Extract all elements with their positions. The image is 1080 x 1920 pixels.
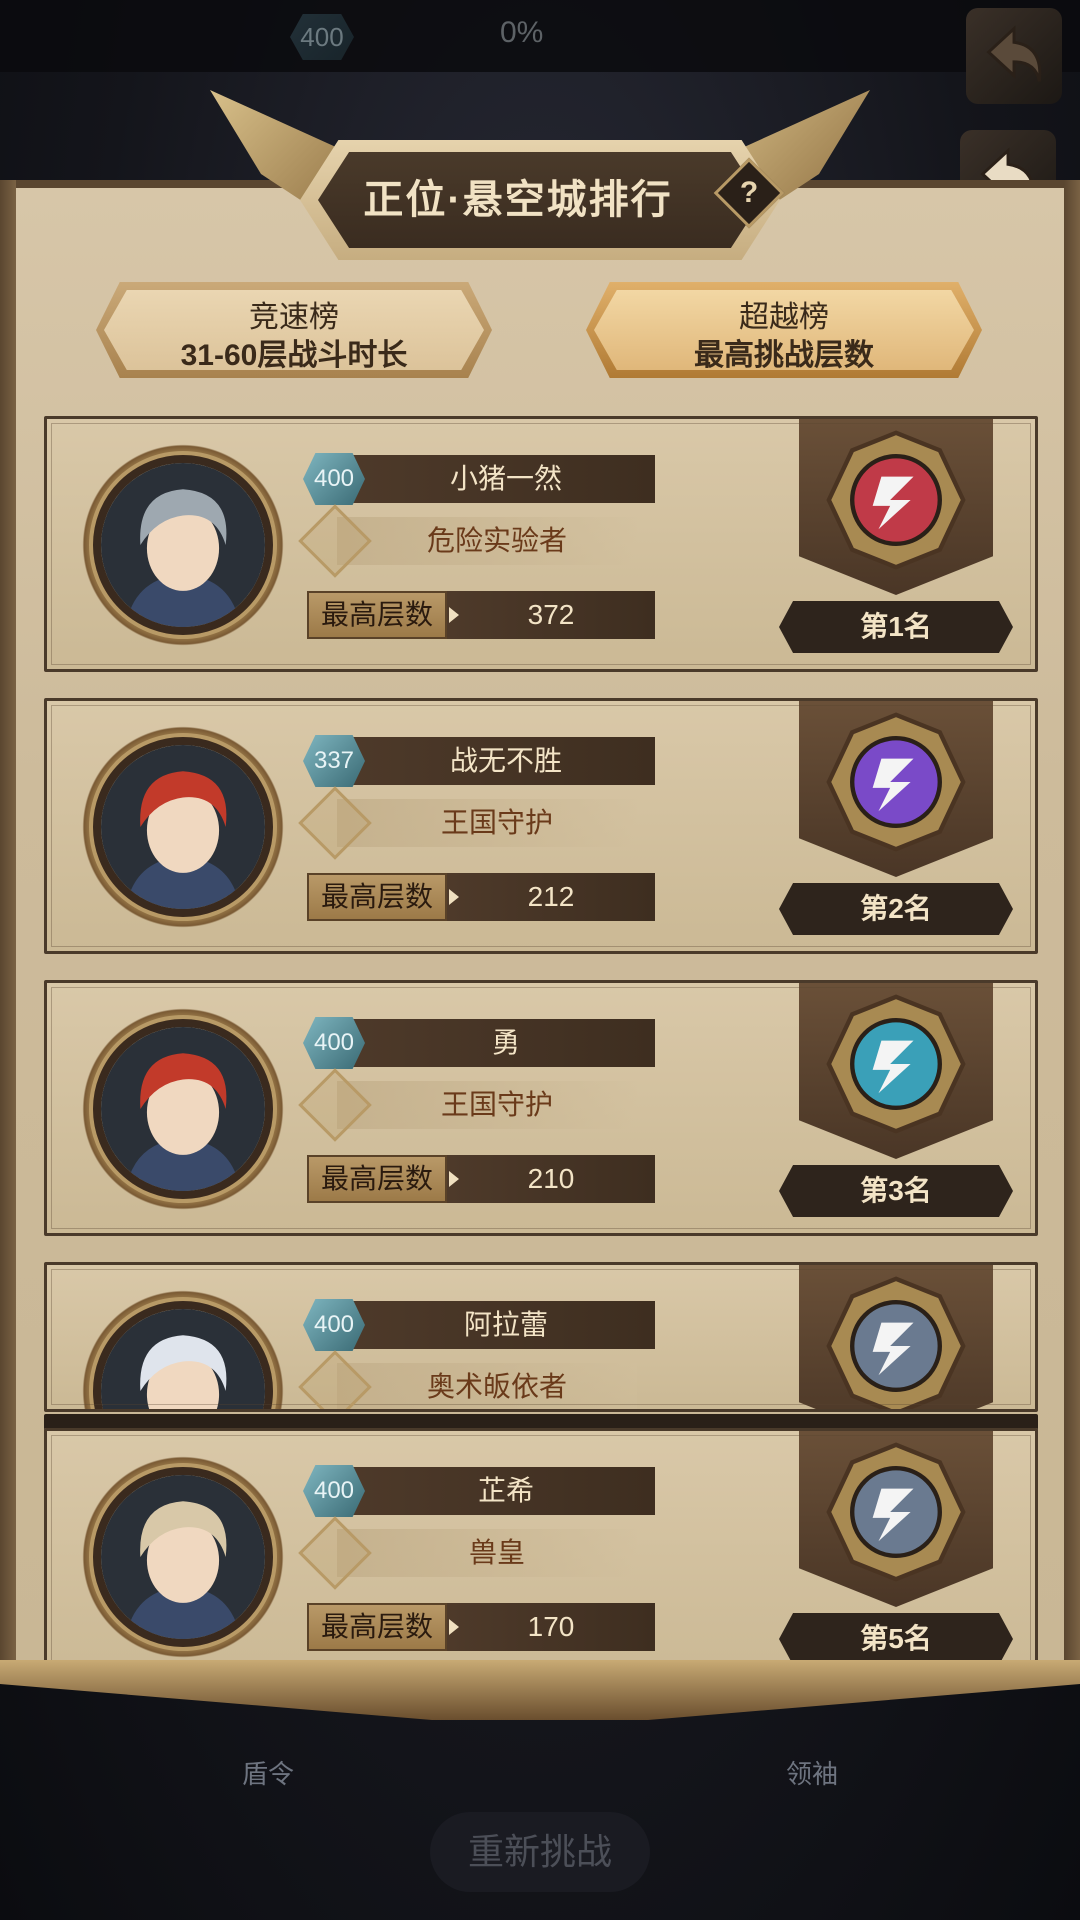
panel-frame-left: [0, 180, 16, 1670]
floors-value: 372: [447, 591, 655, 639]
help-glyph: ?: [739, 176, 759, 209]
tab-beyond-ranking[interactable]: 超越榜 最高挑战层数: [586, 282, 982, 378]
ranking-row[interactable]: 400 勇 王国守护 最高层数 210 第3名: [44, 980, 1038, 1236]
floors-value: 210: [447, 1155, 655, 1203]
title-emblem-icon: [298, 786, 372, 860]
ranking-row[interactable]: 400 芷希 兽皇 最高层数 170 第5名: [44, 1428, 1038, 1684]
ranking-row[interactable]: 400 阿拉蕾 奥术皈依者 最高层数: [44, 1262, 1038, 1412]
rank-shield: [799, 983, 993, 1159]
back-button-top[interactable]: [966, 8, 1062, 104]
tab-speed-ranking[interactable]: 竞速榜 31-60层战斗时长: [96, 282, 492, 378]
top-level-badge: 400: [290, 14, 354, 60]
floors-label: 最高层数: [307, 1155, 447, 1203]
player-title: 危险实验者: [337, 517, 637, 565]
floors-label: 最高层数: [307, 1603, 447, 1651]
tab-beyond-subtitle: 最高挑战层数: [694, 339, 874, 372]
title-emblem-icon: [298, 504, 372, 578]
avatar-frame: [77, 439, 289, 651]
rank-shield: [799, 1265, 993, 1409]
rank-shield: [799, 701, 993, 877]
level-badge: 400: [303, 1465, 365, 1517]
floors-value: 170: [447, 1603, 655, 1651]
rank-label: 第3名: [779, 1165, 1013, 1217]
avatar-frame: [77, 1285, 289, 1409]
avatar[interactable]: [93, 455, 273, 635]
rank-emblem-icon: [823, 709, 969, 855]
player-name: 小猪一然: [337, 455, 655, 503]
tab-speed-subtitle: 31-60层战斗时长: [180, 339, 408, 372]
player-title: 奥术皈依者: [337, 1363, 637, 1409]
avatar-frame: [77, 1451, 289, 1663]
progress-text: 0%: [500, 16, 544, 49]
ranking-row[interactable]: 400 小猪一然 危险实验者 最高层数 372 第1名: [44, 416, 1038, 672]
rank-label: 第5名: [779, 1613, 1013, 1665]
bottom-right-button[interactable]: 领袖: [752, 1754, 872, 1791]
avatar-frame: [77, 721, 289, 933]
player-title: 兽皇: [337, 1529, 637, 1577]
level-badge: 400: [303, 453, 365, 505]
level-badge: 337: [303, 735, 365, 787]
floors-arrow-icon: [449, 889, 459, 905]
rank-label: 第2名: [779, 883, 1013, 935]
avatar-portrait-icon: [101, 1027, 265, 1191]
avatar-portrait-icon: [101, 463, 265, 627]
avatar[interactable]: [93, 1467, 273, 1647]
rank-emblem-icon: [823, 1439, 969, 1585]
floors-label: 最高层数: [307, 873, 447, 921]
ranking-screen: 400 0% 正位·悬空城排行 ? 竞速榜 31-60层战斗时长 超越榜 最高挑…: [0, 0, 1080, 1920]
title-emblem-icon: [298, 1516, 372, 1590]
player-name: 勇: [337, 1019, 655, 1067]
avatar-portrait-icon: [101, 1475, 265, 1639]
floors-value: 212: [447, 873, 655, 921]
title-emblem-icon: [298, 1350, 372, 1409]
ranking-row[interactable]: 337 战无不胜 王国守护 最高层数 212 第2名: [44, 698, 1038, 954]
avatar-frame: [77, 1003, 289, 1215]
player-name: 芷希: [337, 1467, 655, 1515]
avatar-portrait-icon: [101, 1309, 265, 1409]
rank-label: 第1名: [779, 601, 1013, 653]
rank-shield: [799, 1431, 993, 1607]
back-arrow-icon: [986, 25, 1042, 82]
rank-emblem-icon: [823, 1273, 969, 1409]
level-badge: 400: [303, 1299, 365, 1351]
avatar-portrait-icon: [101, 745, 265, 909]
floors-arrow-icon: [449, 1619, 459, 1635]
bottom-frame: [0, 1660, 1080, 1720]
rank-emblem-icon: [823, 991, 969, 1137]
player-name: 阿拉蕾: [337, 1301, 655, 1349]
avatar[interactable]: [93, 1019, 273, 1199]
page-title: 正位·悬空城排行: [363, 178, 673, 222]
player-title: 王国守护: [337, 1081, 637, 1129]
floors-arrow-icon: [449, 1171, 459, 1187]
player-name: 战无不胜: [337, 737, 655, 785]
rank-shield: [799, 419, 993, 595]
floors-label: 最高层数: [307, 591, 447, 639]
title-emblem-icon: [298, 1068, 372, 1142]
retry-button[interactable]: 重新挑战: [430, 1812, 650, 1892]
rank-emblem-icon: [823, 427, 969, 573]
floors-arrow-icon: [449, 607, 459, 623]
top-bar: 400 0%: [0, 0, 1080, 72]
avatar[interactable]: [93, 1301, 273, 1409]
player-title: 王国守护: [337, 799, 637, 847]
bottom-left-button[interactable]: 盾令: [208, 1754, 328, 1791]
panel-frame-right: [1064, 180, 1080, 1670]
level-badge: 400: [303, 1017, 365, 1069]
avatar[interactable]: [93, 737, 273, 917]
